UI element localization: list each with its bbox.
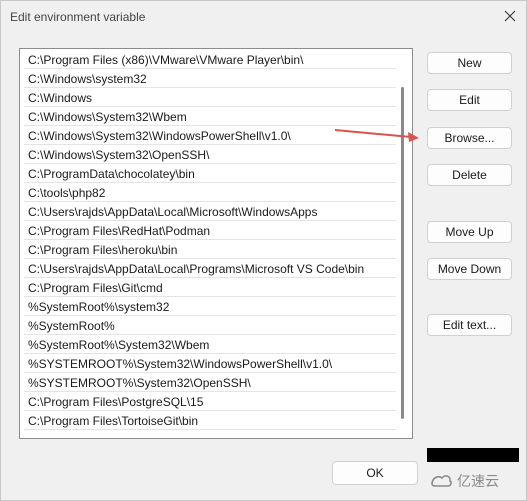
list-item[interactable]: C:\Windows\System32\OpenSSH\ bbox=[24, 146, 396, 164]
ok-button[interactable]: OK bbox=[332, 461, 418, 485]
delete-button[interactable]: Delete bbox=[427, 164, 512, 186]
edit-text-button[interactable]: Edit text... bbox=[427, 314, 512, 336]
list-item[interactable]: C:\tools\php82 bbox=[24, 184, 396, 202]
title-bar: Edit environment variable bbox=[1, 1, 526, 33]
list-item[interactable]: %SystemRoot% bbox=[24, 317, 396, 335]
list-item[interactable]: C:\Program Files\Git\cmd bbox=[24, 279, 396, 297]
list-item[interactable]: C:\Program Files\PostgreSQL\15 bbox=[24, 393, 396, 411]
move-down-button[interactable]: Move Down bbox=[427, 258, 512, 280]
close-icon bbox=[504, 10, 516, 22]
browse-button[interactable]: Browse... bbox=[427, 127, 512, 149]
list-item[interactable]: C:\Program Files (x86)\VMware\VMware Pla… bbox=[24, 51, 396, 69]
list-item[interactable]: C:\Users\rajds\AppData\Local\Microsoft\W… bbox=[24, 203, 396, 221]
list-item[interactable]: C:\Program Files\RedHat\Podman bbox=[24, 222, 396, 240]
list-item[interactable]: C:\Windows bbox=[24, 89, 396, 107]
window-title: Edit environment variable bbox=[10, 10, 146, 24]
move-up-button[interactable]: Move Up bbox=[427, 221, 512, 243]
edit-button[interactable]: Edit bbox=[427, 89, 512, 111]
list-item[interactable]: %SystemRoot%\System32\Wbem bbox=[24, 336, 396, 354]
close-button[interactable] bbox=[496, 3, 524, 29]
watermark-logo-icon bbox=[431, 475, 452, 487]
list-item[interactable]: %SYSTEMROOT%\System32\OpenSSH\ bbox=[24, 374, 396, 392]
watermark-text: 亿速云 bbox=[457, 473, 499, 489]
redaction-block bbox=[427, 448, 519, 462]
red-arrow-annotation bbox=[334, 129, 419, 142]
dialog-window: Edit environment variable C:\Program Fil… bbox=[0, 0, 527, 501]
list-item[interactable]: C:\Windows\system32 bbox=[24, 70, 396, 88]
list-item[interactable]: C:\Program Files\TortoiseGit\bin bbox=[24, 412, 396, 430]
list-item[interactable]: C:\Users\rajds\AppData\Local\Programs\Mi… bbox=[24, 260, 396, 278]
list-item[interactable]: C:\ProgramData\chocolatey\bin bbox=[24, 165, 396, 183]
list-item[interactable]: %SystemRoot%\system32 bbox=[24, 298, 396, 316]
list-item[interactable]: C:\Program Files\heroku\bin bbox=[24, 241, 396, 259]
new-button[interactable]: New bbox=[427, 52, 512, 74]
watermark: 亿速云 bbox=[429, 468, 521, 494]
path-list[interactable]: C:\Program Files (x86)\VMware\VMware Pla… bbox=[19, 48, 413, 439]
list-item[interactable]: %SYSTEMROOT%\System32\WindowsPowerShell\… bbox=[24, 355, 396, 373]
